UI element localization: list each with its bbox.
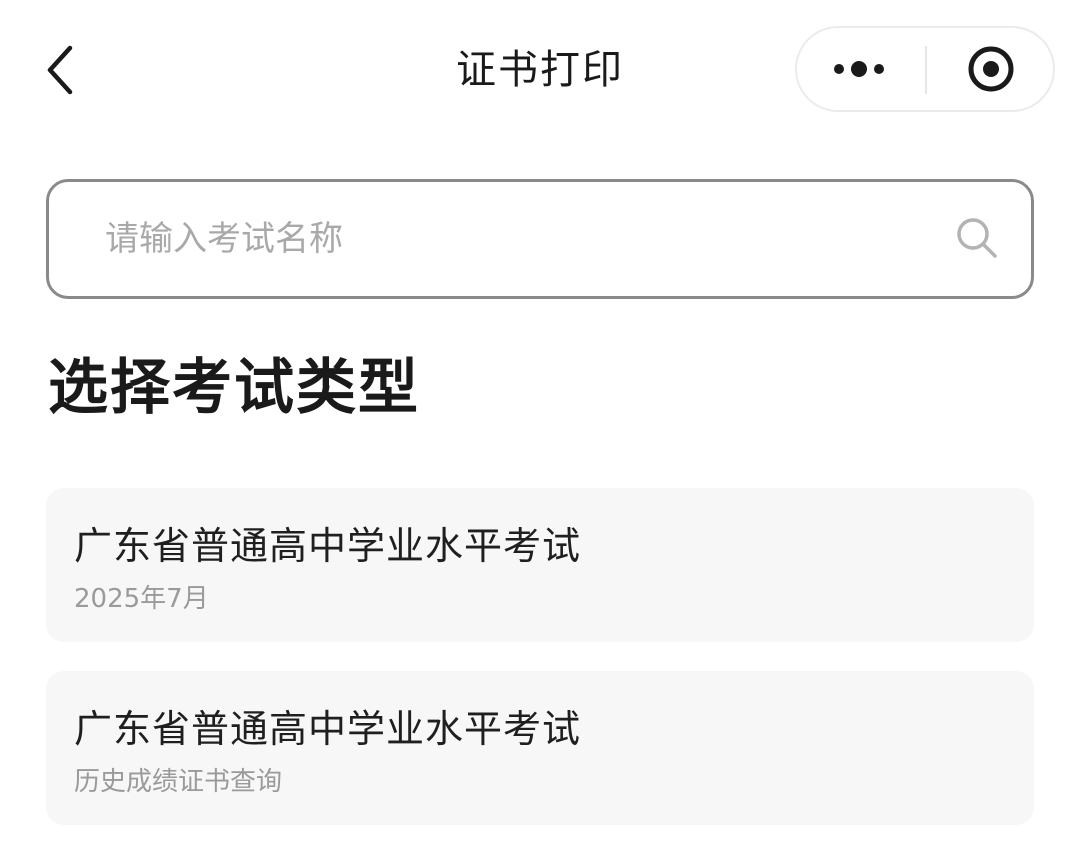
exam-card-subtitle: 历史成绩证书查询 — [74, 767, 283, 797]
section-title: 选择考试类型 — [48, 353, 420, 423]
miniprogram-close-button[interactable] — [927, 28, 1055, 110]
search-input[interactable] — [105, 206, 905, 272]
exam-card-title: 广东省普通高中学业水平考试 — [74, 707, 582, 751]
nav-bar: 证书打印 — [0, 0, 1080, 140]
more-dots-icon — [834, 61, 884, 77]
capsule-menu — [795, 26, 1055, 112]
page: 证书打印 选择考试类型 广 — [0, 0, 1080, 855]
exam-card[interactable]: 广东省普通高中学业水平考试 2025年7月 — [46, 488, 1034, 642]
exam-card[interactable]: 广东省普通高中学业水平考试 历史成绩证书查询 — [46, 671, 1034, 825]
exam-card-subtitle: 2025年7月 — [74, 584, 209, 614]
miniprogram-close-icon — [968, 46, 1014, 92]
exam-card-title: 广东省普通高中学业水平考试 — [74, 524, 582, 568]
search-icon[interactable] — [953, 214, 1001, 262]
more-button[interactable] — [797, 28, 925, 110]
search-box — [46, 179, 1034, 299]
